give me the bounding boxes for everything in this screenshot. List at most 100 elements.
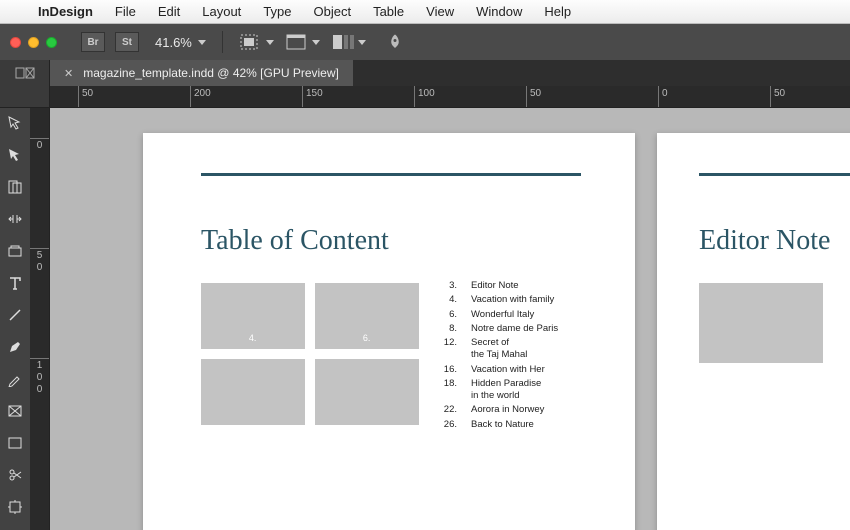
document-canvas[interactable]: Table of Content 4. 6. 3. Editor Note 4. Va… [50, 108, 850, 530]
toc-row: 16. Vacation with Her [439, 363, 558, 377]
ruler-label: 50 [530, 88, 541, 99]
toc-entry-title: Vacation with Her [471, 363, 545, 377]
ruler-label: 100 [418, 88, 435, 99]
page-right[interactable]: Editor Note [657, 133, 850, 530]
stock-button[interactable]: St [115, 32, 139, 52]
toc-entry-title: Back to Nature [471, 418, 534, 432]
page-title: Editor Note [699, 225, 830, 257]
toc-row: 6. Wonderful Italy [439, 308, 558, 322]
rectangle-frame-tool-icon[interactable] [4, 400, 26, 422]
toc-page-number: 16. [439, 363, 457, 377]
pencil-tool-icon[interactable] [4, 368, 26, 390]
menubar-app-name[interactable]: InDesign [38, 4, 93, 19]
text-frame-icon[interactable] [285, 32, 321, 52]
page-tool-icon[interactable] [4, 176, 26, 198]
document-tab-row: ✕ magazine_template.indd @ 42% [GPU Prev… [0, 60, 850, 86]
minimize-button[interactable] [28, 37, 39, 48]
toc-list: 3. Editor Note 4. Vacation with family 6. Won… [439, 279, 558, 432]
vertical-ruler[interactable]: 0 50 100 [30, 108, 50, 530]
frame-fitting-icon[interactable] [239, 32, 275, 52]
ruler-label: 0 [30, 141, 49, 151]
ruler-label: 50 [774, 88, 785, 99]
toc-page-number: 18. [439, 377, 457, 391]
maximize-button[interactable] [46, 37, 57, 48]
close-button[interactable] [10, 37, 21, 48]
bridge-button[interactable]: Br [81, 32, 105, 52]
columns-icon[interactable] [331, 32, 367, 52]
image-placeholder[interactable] [699, 283, 823, 363]
document-tab[interactable]: ✕ magazine_template.indd @ 42% [GPU Prev… [50, 60, 353, 86]
toc-page-number: 12. [439, 336, 457, 350]
heading-rule [699, 173, 850, 176]
zoom-value: 41.6% [155, 35, 192, 50]
scissors-tool-icon[interactable] [4, 464, 26, 486]
toc-entry-subtitle: the Taj Mahal [439, 348, 558, 362]
toc-row: 8. Notre dame de Paris [439, 322, 558, 336]
image-placeholder[interactable] [315, 359, 419, 425]
main-area: 0 50 100 Table of Content 4. 6. 3. Editor… [0, 108, 850, 530]
free-transform-tool-icon[interactable] [4, 496, 26, 518]
toc-page-number: 6. [439, 308, 457, 322]
toc-row: 22. Aorora in Norwey [439, 403, 558, 417]
ruler-origin[interactable] [0, 86, 50, 108]
menubar-item-help[interactable]: Help [544, 4, 571, 19]
menubar-item-type[interactable]: Type [263, 4, 291, 19]
page-title: Table of Content [201, 225, 389, 257]
publish-icon[interactable] [377, 32, 413, 52]
image-placeholder[interactable]: 4. [201, 283, 305, 349]
page-left[interactable]: Table of Content 4. 6. 3. Editor Note 4. Va… [143, 133, 635, 530]
thumb-number: 4. [249, 333, 257, 343]
toc-page-number: 3. [439, 279, 457, 293]
toc-entry-title: Notre dame de Paris [471, 322, 558, 336]
menubar-item-edit[interactable]: Edit [158, 4, 180, 19]
close-tab-icon[interactable]: ✕ [64, 67, 73, 80]
menubar-item-table[interactable]: Table [373, 4, 404, 19]
menubar-item-file[interactable]: File [115, 4, 136, 19]
ruler-label: 50 [82, 88, 93, 99]
toc-entry-title: Vacation with family [471, 293, 554, 307]
toc-entry-title: Aorora in Norwey [471, 403, 544, 417]
heading-rule [201, 173, 581, 176]
selection-tool-icon[interactable] [4, 112, 26, 134]
toc-row: 26. Back to Nature [439, 418, 558, 432]
ruler-label: 150 [306, 88, 323, 99]
direct-selection-tool-icon[interactable] [4, 144, 26, 166]
app-toolbar: Br St 41.6% [0, 24, 850, 60]
chevron-down-icon [198, 40, 206, 45]
menubar-item-view[interactable]: View [426, 4, 454, 19]
thumb-number: 6. [363, 333, 371, 343]
menubar-item-object[interactable]: Object [314, 4, 352, 19]
ruler-label: 0 [662, 88, 668, 99]
toc-row: 4. Vacation with family [439, 293, 558, 307]
horizontal-ruler[interactable]: 50 200 150 100 50 0 50 [50, 86, 850, 108]
toc-page-number: 4. [439, 293, 457, 307]
panel-toggle-button[interactable] [0, 60, 50, 86]
mac-menubar: InDesign File Edit Layout Type Object Ta… [0, 0, 850, 24]
menubar-item-window[interactable]: Window [476, 4, 522, 19]
image-placeholder[interactable]: 6. [315, 283, 419, 349]
rectangle-tool-icon[interactable] [4, 432, 26, 454]
gap-tool-icon[interactable] [4, 208, 26, 230]
chevron-down-icon [266, 40, 274, 45]
menubar-item-layout[interactable]: Layout [202, 4, 241, 19]
toc-row: 3. Editor Note [439, 279, 558, 293]
toc-page-number: 22. [439, 403, 457, 417]
toc-page-number: 8. [439, 322, 457, 336]
ruler-label: 200 [194, 88, 211, 99]
toc-entry-subtitle: in the world [439, 389, 558, 403]
horizontal-ruler-row: 50 200 150 100 50 0 50 [0, 86, 850, 108]
toc-entry-title: Editor Note [471, 279, 519, 293]
chevron-down-icon [358, 40, 366, 45]
zoom-level[interactable]: 41.6% [155, 35, 206, 50]
chevron-down-icon [312, 40, 320, 45]
window-controls [10, 37, 57, 48]
image-placeholder[interactable] [201, 359, 305, 425]
toc-entry-title: Wonderful Italy [471, 308, 534, 322]
pen-tool-icon[interactable] [4, 336, 26, 358]
type-tool-icon[interactable] [4, 272, 26, 294]
tools-panel [0, 108, 30, 530]
separator [222, 31, 223, 53]
content-collector-tool-icon[interactable] [4, 240, 26, 262]
toc-page-number: 26. [439, 418, 457, 432]
line-tool-icon[interactable] [4, 304, 26, 326]
